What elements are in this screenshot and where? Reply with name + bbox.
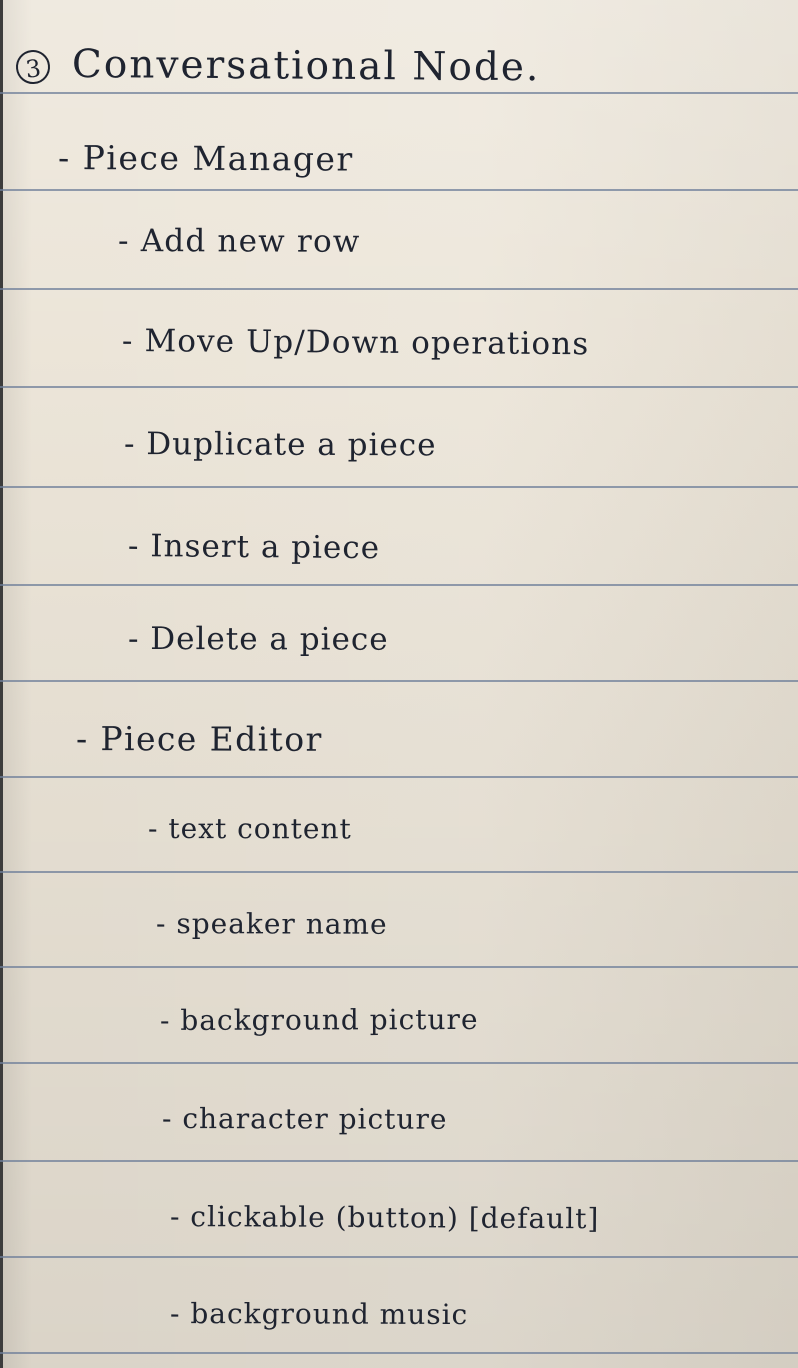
piece-manager-item: - Duplicate a piece <box>123 426 437 464</box>
piece-editor-item: - character picture <box>161 1102 448 1136</box>
piece-editor-item: - background picture <box>159 1002 479 1037</box>
piece-manager-item: - Insert a piece <box>127 528 381 567</box>
piece-editor-heading: - Piece Editor <box>75 719 323 759</box>
ruled-line <box>0 288 798 290</box>
piece-editor-item: - speaker name <box>155 907 388 941</box>
ruled-line <box>0 1160 798 1162</box>
ruled-line <box>0 1256 798 1258</box>
ruled-line <box>0 871 798 873</box>
section-number: 3 <box>14 48 52 86</box>
ruled-line <box>0 386 798 388</box>
piece-manager-item: - Move Up/Down operations <box>121 323 590 363</box>
piece-manager-item: - Add new row <box>117 223 361 260</box>
ruled-line <box>0 680 798 682</box>
ruled-line <box>0 776 798 778</box>
page-title: Conversational Node. <box>71 42 541 91</box>
ruled-line <box>0 966 798 968</box>
ruled-line <box>0 189 798 191</box>
piece-editor-item: - clickable (button) [default] <box>169 1200 600 1236</box>
piece-editor-item: - background music <box>169 1297 469 1332</box>
piece-manager-item: - Delete a piece <box>127 621 389 658</box>
ruled-line <box>0 486 798 488</box>
ruled-line <box>0 1062 798 1064</box>
handwritten-note-page: 3 Conversational Node. - Piece Manager -… <box>0 0 798 1368</box>
ruled-line <box>0 1352 798 1354</box>
ruled-line <box>0 92 798 94</box>
page-left-edge <box>0 0 3 1368</box>
ruled-line <box>0 584 798 586</box>
piece-manager-heading: - Piece Manager <box>57 138 354 179</box>
piece-editor-item: - text content <box>147 812 352 846</box>
